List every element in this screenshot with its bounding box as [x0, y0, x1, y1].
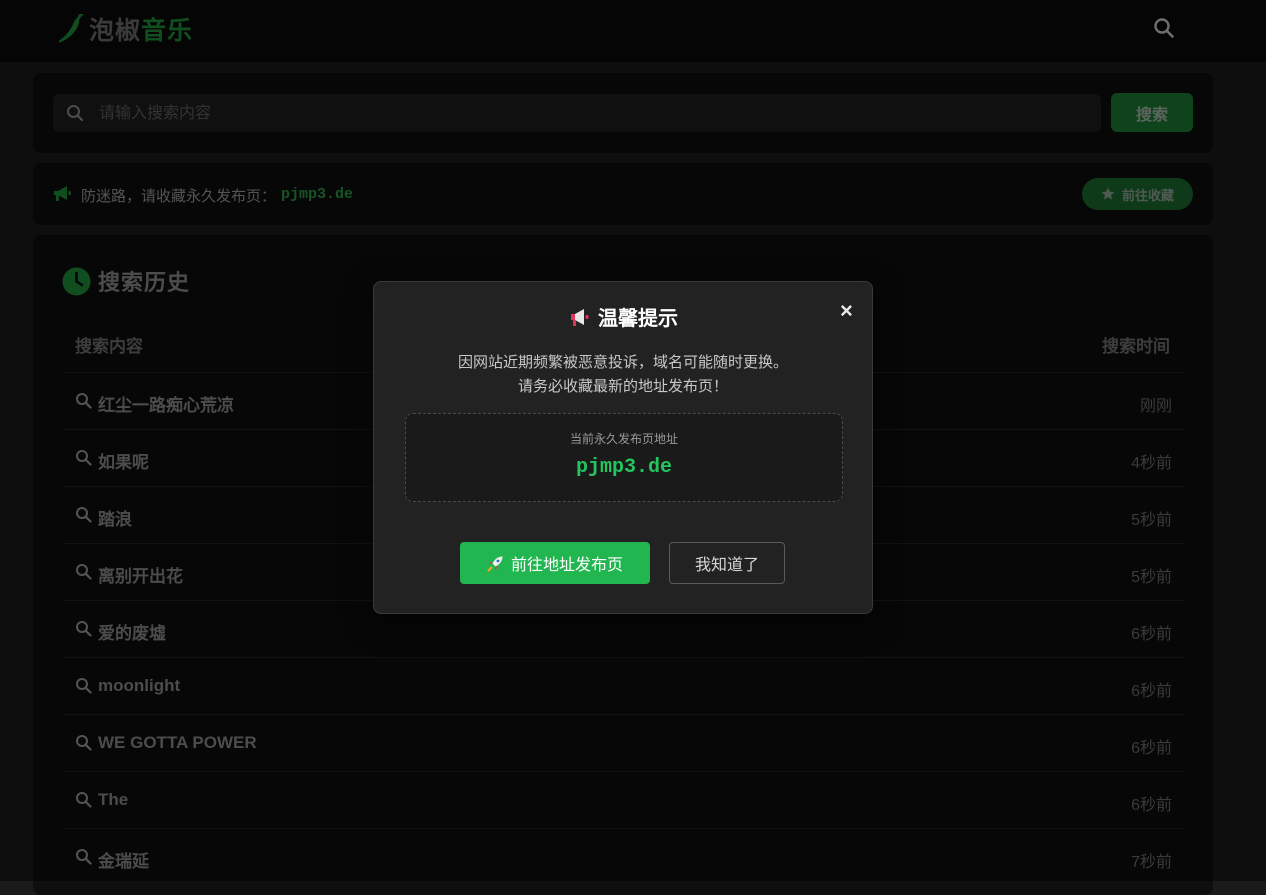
modal-title: 温馨提示 [374, 302, 872, 331]
go-publish-page-label: 前往地址发布页 [510, 557, 623, 574]
permanent-address-domain[interactable]: pjmp3.de [406, 456, 842, 479]
permanent-address-label: 当前永久发布页地址 [569, 432, 678, 446]
notice-modal: 温馨提示 × 因网站近期频繁被恶意投诉，域名可能随时更换。 请务必收藏最新的地址… [373, 281, 873, 614]
permanent-address-box: 当前永久发布页地址 pjmp3.de [405, 413, 843, 502]
rocket-icon [487, 556, 503, 571]
megaphone-icon [571, 308, 589, 326]
acknowledge-button[interactable]: 我知道了 [669, 542, 785, 584]
go-publish-page-button[interactable]: 前往地址发布页 [460, 542, 650, 584]
close-icon[interactable]: × [840, 298, 853, 324]
modal-message-line1: 因网站近期频繁被恶意投诉，域名可能随时更换。 [457, 354, 788, 371]
modal-message-line2: 请务必收藏最新的地址发布页！ [517, 378, 728, 395]
modal-title-text: 温馨提示 [598, 308, 678, 330]
